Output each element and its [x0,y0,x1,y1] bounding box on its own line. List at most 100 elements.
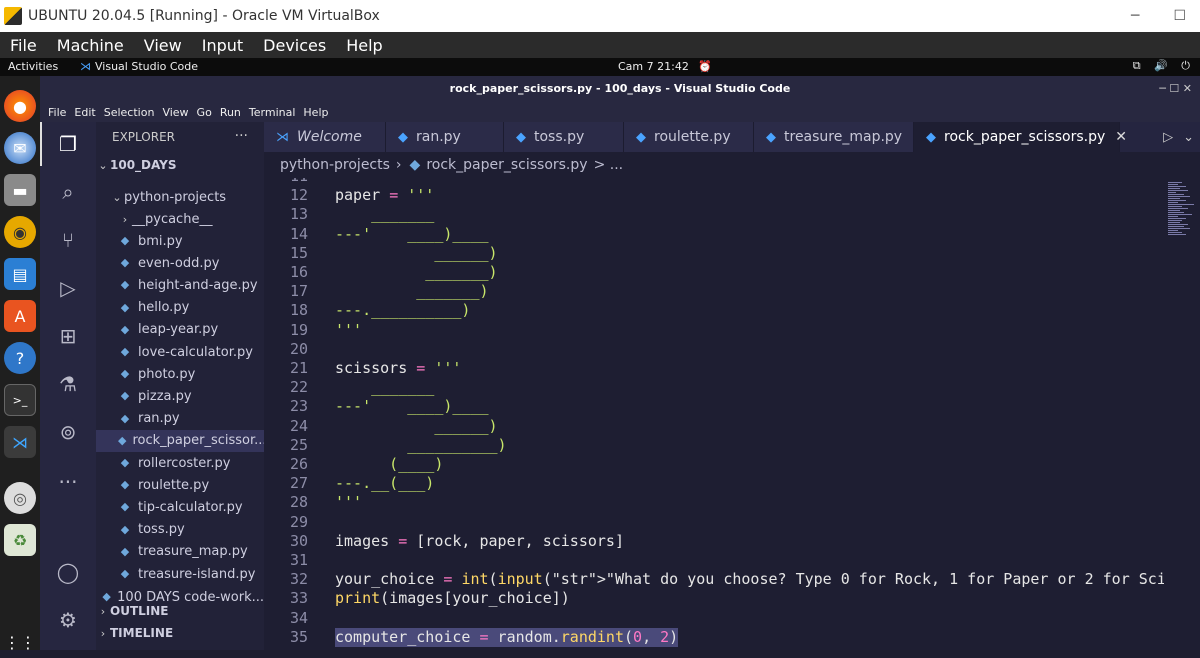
help-icon[interactable]: ? [4,342,36,374]
tab[interactable]: ◆ ran.py [386,122,504,152]
code-line[interactable]: 18 ---.__________) [264,301,1164,320]
code-line[interactable]: 17 _______) [264,282,1164,301]
testing-icon[interactable]: ⚗ [52,368,84,400]
menu-run[interactable]: Run [216,106,245,119]
code-line[interactable]: 25 __________) [264,436,1164,455]
code-editor[interactable]: 1112paper = '''13 _______14---' ____)___… [264,178,1164,650]
file-item[interactable]: ◆ love-calculator.py [96,341,264,363]
file-item[interactable]: ◆ ran.py [96,408,264,430]
menu-help[interactable]: Help [299,106,332,119]
code-line[interactable]: 32 your_choice = int(input("str">"What do… [264,570,1164,589]
minimap[interactable] [1164,178,1200,650]
code-line[interactable]: 16 _______) [264,263,1164,282]
code-line[interactable]: 29 [264,513,1164,532]
show-apps-icon[interactable]: ⋮⋮ [4,626,36,658]
vbox-menu-file[interactable]: File [0,36,47,55]
code-line[interactable]: 13 _______ [264,205,1164,224]
code-line[interactable]: 27 ---.__(___) [264,474,1164,493]
file-item[interactable]: ◆ hello.py [96,297,264,319]
breadcrumb-rest[interactable]: > ... [594,157,624,173]
outline-section[interactable]: › OUTLINE [96,600,264,622]
code-line[interactable]: 14 ---' ____)____ [264,225,1164,244]
vscode-icon[interactable]: ⋊ [4,426,36,458]
code-line[interactable]: 20 [264,340,1164,359]
file-item[interactable]: ◆ rock_paper_scissor... [96,429,264,452]
timeline-section[interactable]: › TIMELINE [96,622,264,644]
breadcrumb-folder[interactable]: python-projects [280,157,390,173]
close-icon[interactable]: ✕ [1115,129,1127,145]
tab[interactable]: ◆ rock_paper_scissors.py ✕ [914,122,1127,152]
more-actions-icon[interactable]: ··· [235,128,248,144]
run-debug-icon[interactable]: ▷ [52,272,84,304]
menu-edit[interactable]: Edit [70,106,99,119]
code-line[interactable]: 22 _______ [264,378,1164,397]
tab[interactable]: ◆ roulette.py [624,122,754,152]
code-line[interactable]: 19 ''' [264,321,1164,340]
menu-selection[interactable]: Selection [100,106,159,119]
file-item[interactable]: ◆ treasure_map.py [96,541,264,563]
code-line[interactable]: 21 scissors = ''' [264,359,1164,378]
disc-icon[interactable]: ◎ [4,482,36,514]
code-line[interactable]: 12 paper = ''' [264,186,1164,205]
vbox-menu-view[interactable]: View [134,36,192,55]
code-line[interactable]: 34 [264,609,1164,628]
files-icon[interactable]: ▬ [4,174,36,206]
code-line[interactable]: 11 [264,178,1164,186]
file-item[interactable]: ◆ tip-calculator.py [96,496,264,518]
source-control-icon[interactable]: ⑂ [52,224,84,256]
activities-button[interactable]: Activities [8,60,58,73]
tab[interactable]: ◆ toss.py [504,122,624,152]
menu-terminal[interactable]: Terminal [245,106,300,119]
code-line[interactable]: 23 ---' ____)____ [264,397,1164,416]
code-line[interactable]: 15 ______) [264,244,1164,263]
extensions-icon[interactable]: ⊞ [52,320,84,352]
terminal-icon[interactable]: >_ [4,384,36,416]
software-icon[interactable]: A [4,300,36,332]
code-line[interactable]: 33 print(images[your_choice]) [264,589,1164,608]
file-item[interactable]: ◆ toss.py [96,519,264,541]
explorer-icon[interactable]: ❐ [52,128,84,160]
vbox-menu-help[interactable]: Help [336,36,392,55]
file-item[interactable]: ◆ treasure-island.py [96,563,264,585]
vbox-menu-devices[interactable]: Devices [253,36,336,55]
git-graph-icon[interactable]: ⊚ [52,416,84,448]
trash-icon[interactable]: ♻ [4,524,36,556]
breadcrumb-file[interactable]: rock_paper_scissors.py [426,157,587,173]
code-line[interactable]: 31 [264,551,1164,570]
more-views-icon[interactable]: ··· [52,466,84,498]
file-item[interactable]: ◆ bmi.py [96,230,264,252]
code-line[interactable]: 26 (____) [264,455,1164,474]
file-item[interactable]: ◆ height-and-age.py [96,274,264,296]
rhythmbox-icon[interactable]: ◉ [4,216,36,248]
vbox-menu-input[interactable]: Input [192,36,253,55]
code-line[interactable]: 28 ''' [264,493,1164,512]
system-menu[interactable]: ⧉ 🔊 ⏻ [1133,59,1190,73]
thunderbird-icon[interactable]: ✉ [4,132,36,164]
file-item[interactable]: ◆ roulette.py [96,474,264,496]
menu-view[interactable]: View [158,106,192,119]
settings-gear-icon[interactable]: ⚙ [52,604,84,636]
tab[interactable]: ◆ treasure_map.py [754,122,914,152]
file-item[interactable]: ◆ even-odd.py [96,252,264,274]
folder-pycache[interactable]: › __pycache__ [96,208,264,230]
writer-icon[interactable]: ▤ [4,258,36,290]
file-item[interactable]: ◆ pizza.py [96,385,264,407]
firefox-icon[interactable]: ● [4,90,36,122]
vbox-menu-machine[interactable]: Machine [47,36,134,55]
tab[interactable]: ⋊ Welcome [264,122,386,152]
code-line[interactable]: 30 images = [rock, paper, scissors] [264,532,1164,551]
file-item[interactable]: ◆ leap-year.py [96,319,264,341]
accounts-icon[interactable]: ◯ [52,556,84,588]
chevron-down-icon[interactable]: ⌄ [1183,130,1194,145]
menu-go[interactable]: Go [193,106,216,119]
folder-python-projects[interactable]: ⌄ python-projects [96,186,264,208]
clock[interactable]: Cam 7 21:42 ⏰ [618,60,712,73]
app-menu[interactable]: ⋊ Visual Studio Code [80,60,198,73]
workspace-root[interactable]: ⌄ 100_DAYS [96,154,264,176]
vscode-window-controls[interactable]: ─ ☐ ✕ [1159,76,1192,102]
minimize-icon[interactable]: ─ [1131,8,1139,24]
search-icon[interactable]: ⌕ [52,176,84,208]
maximize-icon[interactable]: ☐ [1173,8,1186,24]
menu-file[interactable]: File [40,106,70,119]
code-line[interactable]: 35 computer_choice = random.randint(0, 2) [264,627,1164,647]
